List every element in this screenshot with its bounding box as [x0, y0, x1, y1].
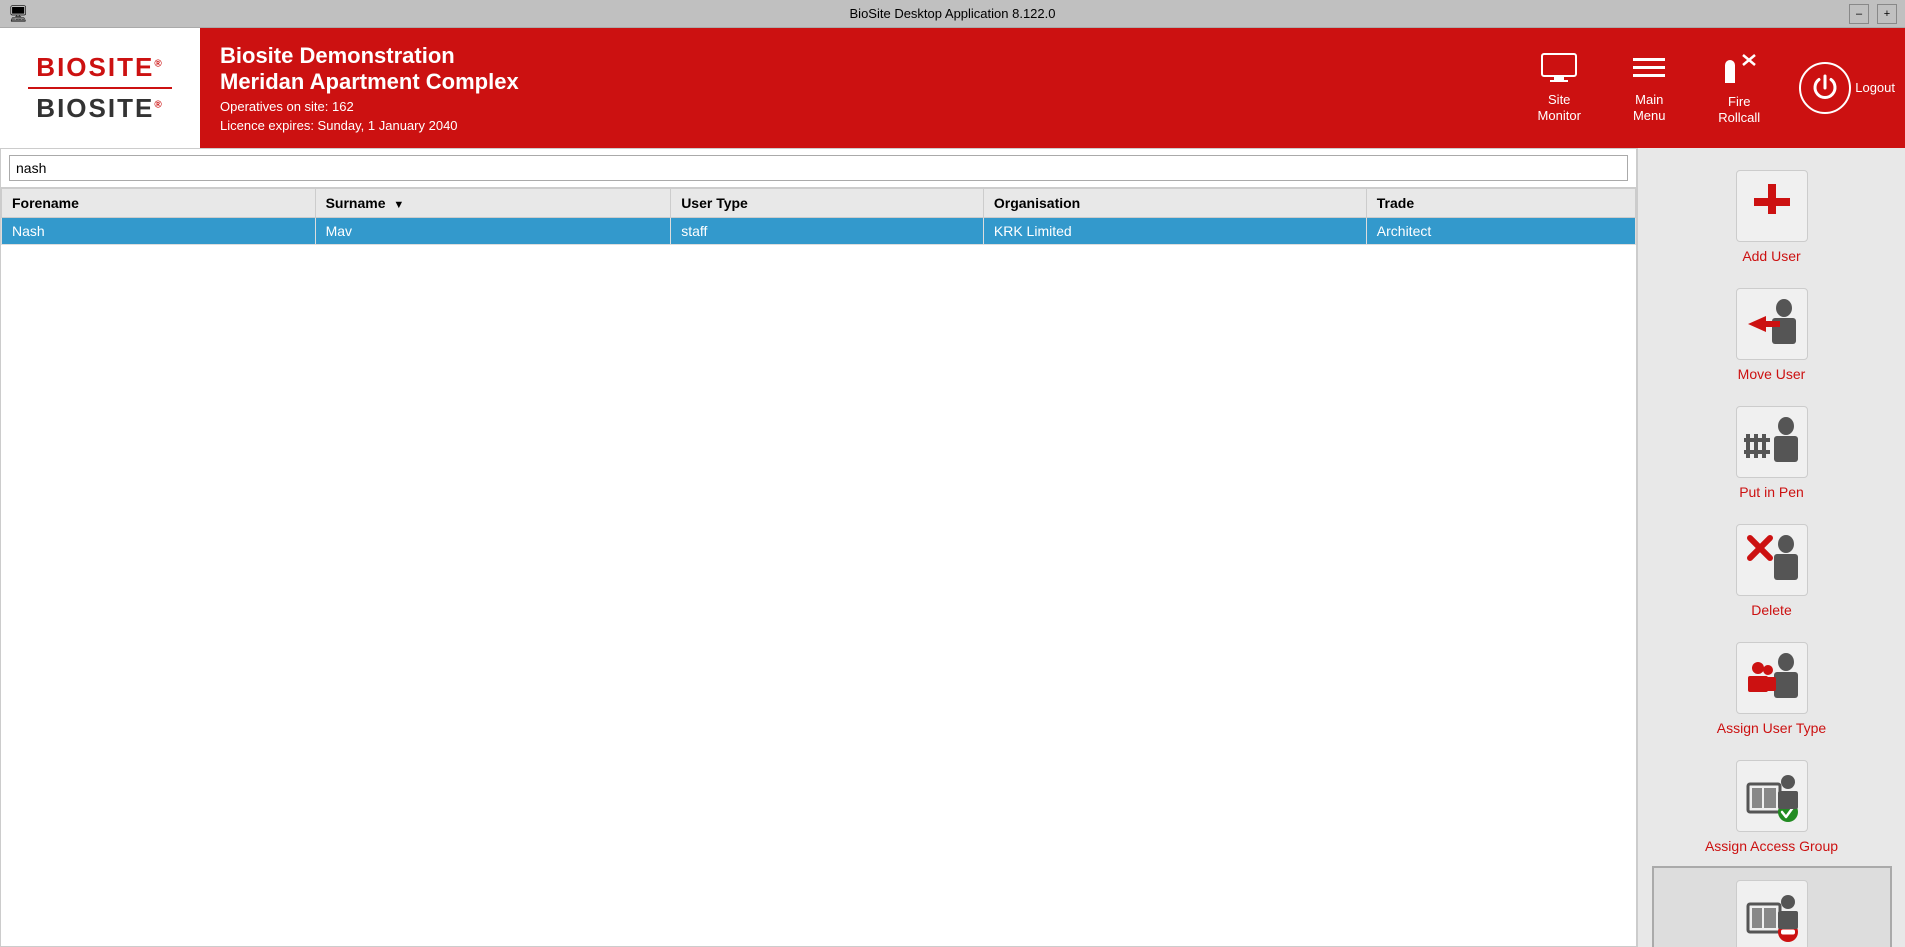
surname-sort-icon: ▼ [393, 199, 404, 211]
logo-panel: BIOSITE® BIOSITE® [0, 28, 200, 148]
header-operatives: Operatives on site: 162 [220, 99, 1489, 114]
delete-icon [1736, 524, 1808, 596]
table-header: Forename Surname ▼ User Type Organisatio… [2, 189, 1636, 218]
cell-trade: Architect [1366, 218, 1635, 245]
assign-user-type-icon [1736, 642, 1808, 714]
delete-label: Delete [1751, 602, 1791, 618]
header-info: Biosite Demonstration Meridan Apartment … [200, 28, 1509, 148]
move-user-icon [1736, 288, 1808, 360]
cell-surname: Mav [315, 218, 671, 245]
header-company-line2: Meridan Apartment Complex [220, 69, 1489, 95]
col-usertype[interactable]: User Type [671, 189, 984, 218]
col-surname[interactable]: Surname ▼ [315, 189, 671, 218]
add-user-icon [1736, 170, 1808, 242]
remove-access-group-icon [1736, 880, 1808, 947]
remove-access-group-button[interactable]: Remove Access Group [1652, 866, 1892, 947]
add-user-button[interactable]: Add User [1652, 158, 1892, 276]
put-in-pen-label: Put in Pen [1739, 484, 1804, 500]
title-bar-controls: – + [1849, 4, 1897, 24]
search-input[interactable] [9, 155, 1628, 181]
main-menu-label: MainMenu [1633, 92, 1666, 123]
minimize-button[interactable]: – [1849, 4, 1869, 24]
assign-user-type-label: Assign User Type [1717, 720, 1826, 736]
header-company-line1: Biosite Demonstration [220, 43, 1489, 69]
fire-rollcall-icon [1721, 51, 1757, 90]
registered-top: ® [154, 58, 163, 69]
main-menu-icon [1631, 53, 1667, 88]
add-user-label: Add User [1742, 248, 1800, 264]
col-forename[interactable]: Forename [2, 189, 316, 218]
maximize-button[interactable]: + [1877, 4, 1897, 24]
title-bar-text: BioSite Desktop Application 8.122.0 [850, 6, 1056, 21]
assign-access-group-icon [1736, 760, 1808, 832]
title-bar-icon: 🖥 [8, 4, 28, 24]
header-licence: Licence expires: Sunday, 1 January 2040 [220, 118, 1489, 133]
logout-label: Logout [1855, 80, 1895, 96]
cell-usertype: staff [671, 218, 984, 245]
table-body: NashMavstaffKRK LimitedArchitect [2, 218, 1636, 245]
put-in-pen-button[interactable]: Put in Pen [1652, 394, 1892, 512]
title-bar: 🖥 BioSite Desktop Application 8.122.0 – … [0, 0, 1905, 28]
search-bar [1, 149, 1636, 188]
fire-rollcall-label: FireRollcall [1718, 94, 1760, 125]
cell-forename: Nash [2, 218, 316, 245]
table-row[interactable]: NashMavstaffKRK LimitedArchitect [2, 218, 1636, 245]
delete-button[interactable]: Delete [1652, 512, 1892, 630]
left-panel: Forename Surname ▼ User Type Organisatio… [0, 148, 1637, 947]
move-user-button[interactable]: Move User [1652, 276, 1892, 394]
site-monitor-icon [1541, 53, 1577, 88]
user-table-container: Forename Surname ▼ User Type Organisatio… [1, 188, 1636, 946]
logo-bottom: BIOSITE® [36, 93, 163, 124]
site-monitor-label: SiteMonitor [1538, 92, 1581, 123]
logo-divider [28, 87, 172, 89]
cell-organisation: KRK Limited [983, 218, 1366, 245]
fire-rollcall-button[interactable]: FireRollcall [1699, 43, 1779, 133]
logout-button[interactable] [1799, 62, 1851, 114]
logo-top: BIOSITE® [36, 52, 163, 83]
header-nav: SiteMonitor MainMenu [1509, 28, 1905, 148]
assign-user-type-button[interactable]: Assign User Type [1652, 630, 1892, 748]
site-monitor-button[interactable]: SiteMonitor [1519, 45, 1599, 131]
main-area: Forename Surname ▼ User Type Organisatio… [0, 148, 1905, 947]
assign-access-group-button[interactable]: Assign Access Group [1652, 748, 1892, 866]
registered-bottom: ® [154, 99, 163, 110]
assign-access-group-label: Assign Access Group [1705, 838, 1838, 854]
header: BIOSITE® BIOSITE® Biosite Demonstration … [0, 28, 1905, 148]
col-trade[interactable]: Trade [1366, 189, 1635, 218]
user-table: Forename Surname ▼ User Type Organisatio… [1, 188, 1636, 245]
move-user-label: Move User [1738, 366, 1806, 382]
main-menu-button[interactable]: MainMenu [1609, 45, 1689, 131]
right-sidebar: Add User Move User [1637, 148, 1905, 947]
col-organisation[interactable]: Organisation [983, 189, 1366, 218]
put-in-pen-icon [1736, 406, 1808, 478]
